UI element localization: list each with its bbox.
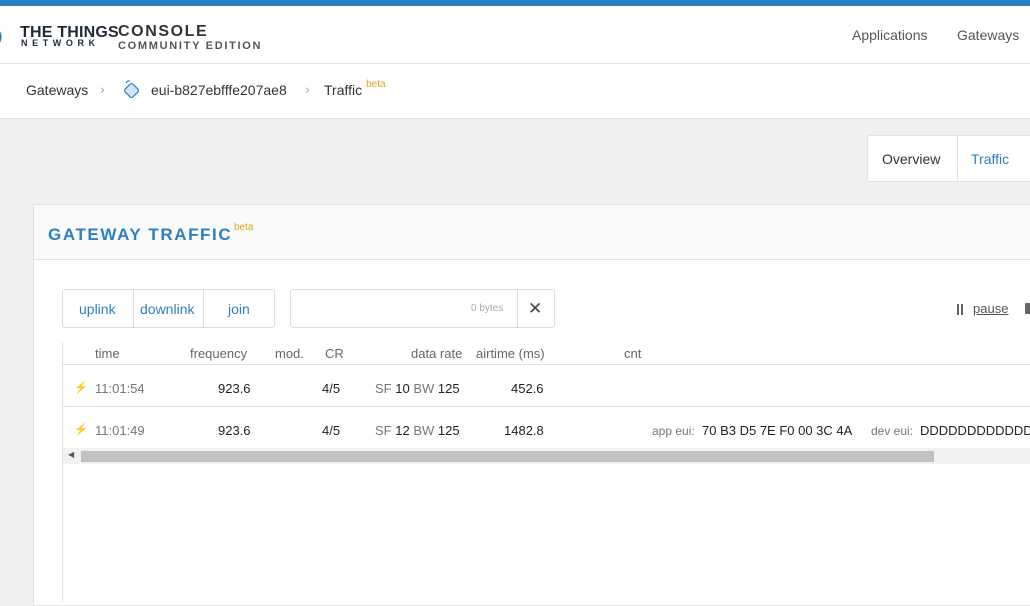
payload-byte-count: 0 bytes — [471, 303, 504, 314]
pause-button[interactable]: pause — [973, 301, 1008, 316]
dev-eui-value: DDDDDDDDDDDDDDDD — [920, 423, 1030, 438]
close-icon[interactable]: ✕ — [528, 299, 542, 319]
horizontal-scrollbar[interactable]: ◀ — [63, 448, 1030, 464]
cell-airtime: 1482.8 — [504, 423, 544, 438]
card-header: GATEWAY TRAFFIC beta — [34, 205, 1030, 260]
cell-frequency: 923.6 — [218, 423, 251, 438]
cell-airtime: 452.6 — [511, 381, 544, 396]
cell-data-rate: SF 10 BW 125 — [375, 381, 460, 396]
column-header-frequency: frequency — [190, 346, 248, 361]
payload-filter-input[interactable]: 0 bytes ✕ — [290, 289, 555, 328]
pause-icon[interactable] — [957, 304, 964, 315]
column-header-time: time — [95, 346, 120, 361]
cell-data-rate: SF 12 BW 125 — [375, 423, 460, 438]
bolt-icon: ⚡ — [74, 382, 88, 394]
app-eui-value: 70 B3 D5 7E F0 00 3C 4A — [702, 423, 853, 438]
app-header: THE THINGS NETWORK CONSOLE COMMUNITY EDI… — [0, 6, 1030, 64]
cell-cr: 4/5 — [322, 381, 341, 396]
column-header-cnt: cnt — [624, 346, 642, 361]
cell-time: 11:01:49 — [95, 423, 145, 438]
row-divider — [63, 406, 1030, 407]
trash-icon[interactable] — [1025, 303, 1030, 314]
breadcrumb-traffic: Traffic beta — [324, 79, 386, 98]
header-divider — [63, 364, 1030, 365]
bw-label: BW — [413, 381, 435, 396]
filter-divider — [133, 290, 134, 327]
cell-time: 11:01:54 — [95, 381, 145, 396]
console-title: CONSOLE — [118, 23, 209, 40]
ttn-logo-icon[interactable] — [0, 28, 10, 46]
column-header-cr: CR — [325, 346, 344, 361]
brand-subname[interactable]: NETWORK — [21, 38, 100, 48]
beta-badge: beta — [366, 79, 386, 90]
sf-value: 12 — [395, 423, 410, 438]
breadcrumb-gateway-id[interactable]: eui-b827ebfffe207ae8 — [151, 82, 287, 98]
chevron-right-icon: › — [100, 81, 105, 97]
sf-value: 10 — [395, 381, 410, 396]
filter-join[interactable]: join — [228, 301, 250, 317]
tab-traffic[interactable]: Traffic — [971, 151, 1009, 167]
tab-divider — [957, 136, 958, 181]
filter-downlink[interactable]: downlink — [140, 301, 194, 317]
app-eui-label: app eui: — [652, 424, 695, 438]
beta-badge: beta — [234, 222, 254, 233]
nav-gateways[interactable]: Gateways — [957, 27, 1019, 43]
nav-applications[interactable]: Applications — [852, 27, 928, 43]
bw-label: BW — [413, 423, 435, 438]
traffic-filter-group: uplink downlink join — [62, 289, 275, 328]
gateway-traffic-card: GATEWAY TRAFFIC beta uplink downlink joi… — [33, 204, 1030, 606]
column-header-modulation: mod. — [275, 346, 304, 361]
bw-value: 125 — [437, 423, 460, 438]
scrollbar-thumb[interactable] — [81, 451, 934, 462]
card-title: GATEWAY TRAFFIC — [48, 225, 233, 244]
cell-frequency: 923.6 — [218, 381, 251, 396]
gateway-tabs: Overview Traffic — [867, 135, 1030, 182]
payload-divider — [517, 290, 518, 327]
breadcrumb-traffic-label: Traffic — [324, 82, 363, 98]
dev-eui-label: dev eui: — [871, 424, 914, 438]
traffic-table: time frequency mod. CR data rate airtime… — [62, 342, 1030, 602]
gateway-icon — [123, 80, 140, 99]
cell-cr: 4/5 — [322, 423, 341, 438]
column-header-data-rate: data rate — [411, 346, 463, 361]
console-edition: COMMUNITY EDITION — [118, 40, 263, 52]
bw-value: 125 — [437, 381, 460, 396]
tab-overview[interactable]: Overview — [882, 151, 940, 167]
column-header-airtime: airtime (ms) — [476, 346, 545, 361]
sf-label: SF — [375, 381, 392, 396]
filter-uplink[interactable]: uplink — [79, 301, 116, 317]
filter-divider — [203, 290, 204, 327]
scroll-left-icon[interactable]: ◀ — [68, 450, 74, 459]
chevron-right-icon: › — [305, 81, 310, 97]
breadcrumb-gateways[interactable]: Gateways — [26, 82, 88, 98]
bolt-icon: ⚡ — [74, 424, 88, 436]
breadcrumb: Gateways › eui-b827ebfffe207ae8 › Traffi… — [0, 64, 1030, 119]
sf-label: SF — [375, 423, 392, 438]
